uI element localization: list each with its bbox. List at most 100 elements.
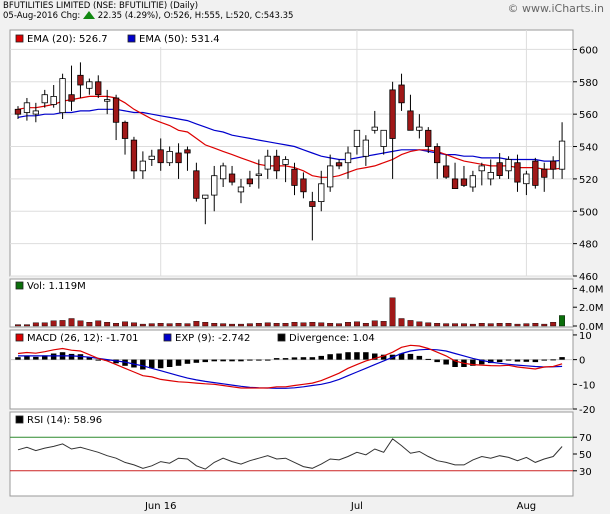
divergence-bar — [425, 358, 431, 360]
volume-bar — [389, 297, 396, 327]
volume-bar — [487, 323, 494, 327]
divergence-bar — [140, 359, 146, 370]
candle-body — [130, 139, 138, 172]
divergence-bar — [50, 353, 57, 360]
volume-bar — [559, 315, 565, 327]
candle-body — [416, 126, 423, 131]
volume-bar — [220, 323, 227, 327]
volume-bar — [362, 323, 369, 327]
rsi-legend-label: RSI (14): 58.96 — [27, 415, 102, 426]
exp-legend-swatch — [163, 333, 172, 342]
divergence-bar — [496, 359, 503, 363]
divergence-bar — [202, 359, 208, 363]
price-panel — [9, 29, 574, 277]
candle-body — [550, 160, 557, 170]
volume-bar — [86, 322, 93, 327]
candle-body — [362, 139, 370, 157]
divergence-bar — [238, 359, 244, 362]
candle-body — [184, 149, 191, 154]
divergence-bar — [336, 353, 342, 360]
candle-body — [77, 74, 84, 86]
candle-body — [318, 183, 325, 203]
candle-body — [487, 171, 494, 180]
candle-body — [442, 165, 450, 178]
price-tick-label: 580 — [579, 78, 598, 89]
divergence-bar — [273, 358, 280, 360]
divergence-bar — [291, 357, 298, 360]
divergence-bar — [220, 359, 226, 362]
volume-bar — [416, 321, 423, 327]
volume-bar — [469, 323, 476, 327]
ema20-legend-swatch — [15, 34, 24, 43]
candle-body — [514, 162, 521, 183]
candle-body — [353, 129, 361, 147]
volume-bar — [425, 322, 432, 327]
volume-bar — [380, 321, 387, 327]
volume-bar — [327, 323, 334, 327]
candle-body — [300, 178, 307, 193]
candle-body — [166, 150, 173, 164]
volume-bar — [505, 323, 512, 327]
macd-tick-label: 10 — [579, 331, 592, 342]
divergence-bar — [416, 355, 423, 360]
volume-legend-swatch — [15, 281, 24, 290]
volume-bar — [309, 322, 316, 327]
divergence-bar — [300, 357, 307, 360]
volume-bar — [237, 323, 244, 327]
candle-body — [291, 168, 298, 186]
candle-body — [104, 99, 111, 102]
rsi-tick-label: 30 — [579, 467, 592, 478]
divergence-bar — [166, 359, 173, 367]
candle-body — [407, 110, 414, 131]
candle-body — [41, 94, 48, 104]
candle-body — [121, 121, 129, 139]
volume-tick-label: 2.0M — [579, 303, 604, 314]
divergence-bar — [184, 359, 191, 364]
volume-bar — [246, 323, 253, 327]
divergence-bar — [149, 359, 155, 369]
candle-body — [469, 175, 477, 188]
candle-body — [371, 126, 378, 131]
volume-bar — [345, 322, 351, 327]
divergence-legend-label: Divergence: 1.04 — [289, 333, 375, 344]
divergence-bar — [541, 359, 547, 361]
volume-bar — [68, 318, 75, 327]
volume-bar — [264, 322, 271, 327]
divergence-bar — [265, 359, 271, 361]
candle-body — [398, 84, 405, 104]
divergence-bar — [309, 357, 316, 360]
divergence-bar — [68, 353, 75, 360]
volume-bar — [104, 322, 111, 327]
divergence-bar — [514, 359, 521, 362]
price-tick-label: 520 — [579, 175, 598, 186]
candle-body — [532, 160, 539, 186]
candle-body — [59, 78, 66, 113]
volume-tick-label: 4.0M — [579, 284, 604, 295]
volume-bar — [130, 322, 137, 327]
rsi-tick-label: 50 — [579, 450, 592, 461]
candle-body — [264, 155, 271, 170]
price-tick-label: 460 — [579, 272, 598, 283]
candle-body — [23, 102, 31, 113]
candle-body — [219, 165, 227, 180]
volume-bar — [354, 321, 360, 327]
volume-bar — [514, 323, 521, 327]
volume-bar — [139, 323, 146, 327]
price-tick-label: 540 — [579, 143, 598, 154]
volume-bar — [32, 322, 39, 327]
rsi-legend-swatch — [15, 415, 24, 424]
divergence-bar — [532, 359, 539, 363]
candle-body — [558, 140, 566, 170]
volume-bar — [24, 324, 30, 327]
divergence-bar — [33, 356, 39, 360]
volume-bar — [318, 322, 325, 327]
exp-legend-label: EXP (9): -2.742 — [175, 333, 250, 344]
volume-bar — [148, 323, 155, 327]
ema20-legend-label: EMA (20): 526.7 — [27, 34, 108, 45]
candle-body — [273, 155, 280, 172]
candle-body — [14, 108, 22, 115]
candle-body — [344, 152, 352, 164]
volume-bar — [291, 322, 298, 327]
volume-bar — [59, 320, 66, 327]
volume-bar — [300, 322, 307, 327]
